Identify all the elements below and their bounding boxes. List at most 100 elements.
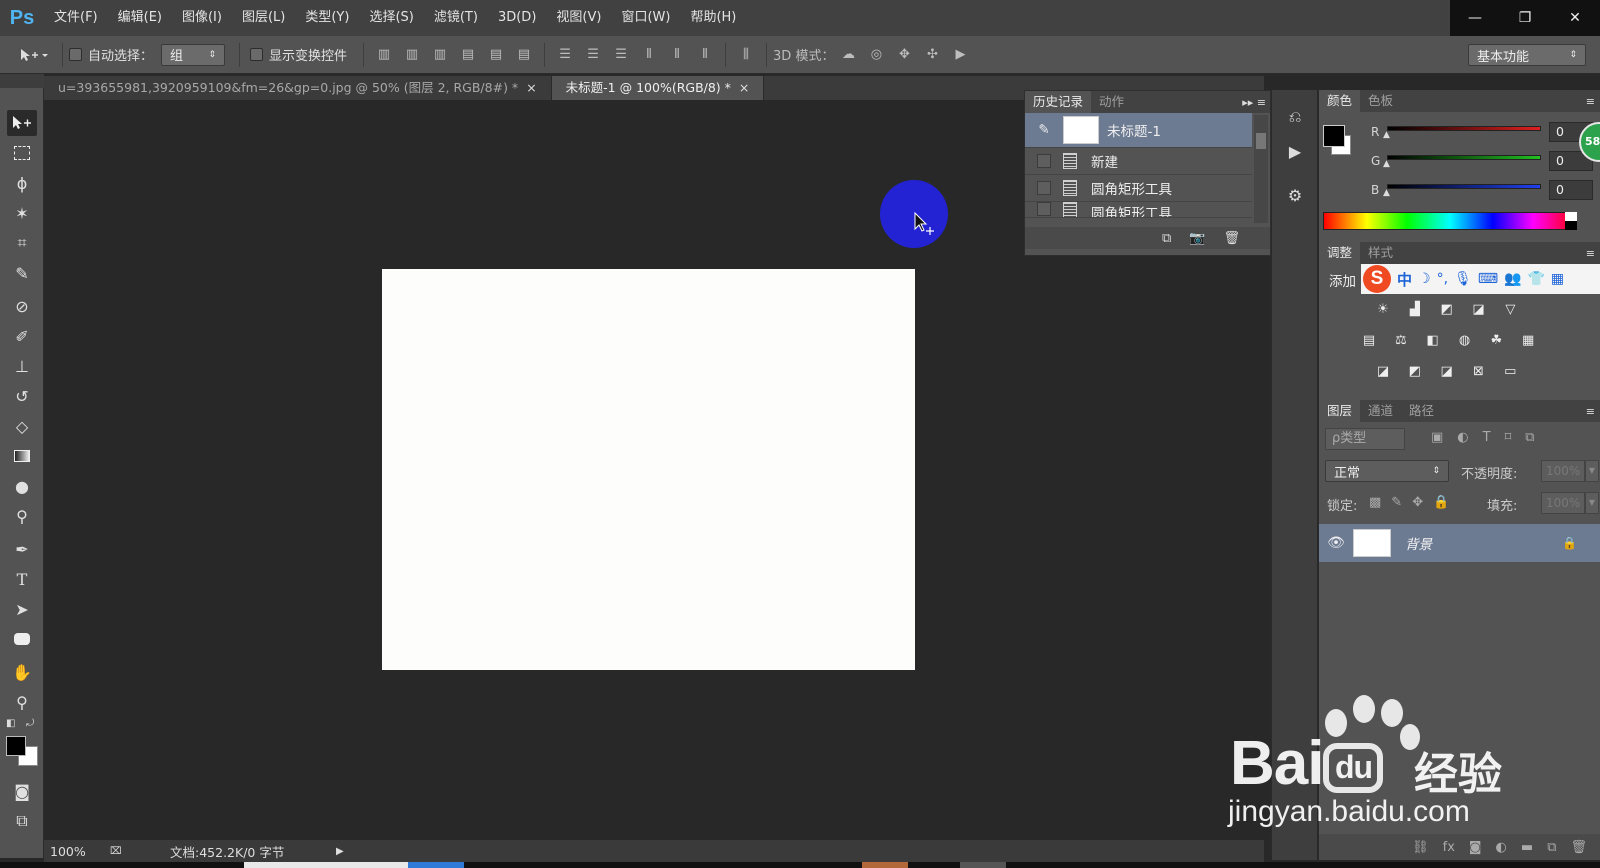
align-hcenter-icon[interactable]: ▤ xyxy=(485,44,507,66)
blur-tool-icon[interactable]: ● xyxy=(7,473,37,499)
history-source-checkbox[interactable] xyxy=(1037,202,1051,216)
ime-keyboard-icon[interactable]: ⌨ xyxy=(1478,271,1498,287)
panel-menu-icon[interactable]: ▸▸ ≡ xyxy=(1242,96,1270,109)
screen-mode-icon[interactable]: ⧉ xyxy=(7,808,37,834)
ime-grid-icon[interactable]: ▦ xyxy=(1551,271,1564,287)
zoom-level[interactable]: 100% xyxy=(50,844,110,859)
auto-select-checkbox[interactable] xyxy=(69,48,82,61)
blend-mode-dropdown[interactable]: 正常 ⇕ xyxy=(1325,460,1449,482)
tab-styles[interactable]: 样式 xyxy=(1360,242,1401,264)
layer-row[interactable]: 👁 背景 🔒 xyxy=(1319,524,1600,562)
layer-name[interactable]: 背景 xyxy=(1405,533,1432,553)
ime-skin-icon[interactable]: 👕 xyxy=(1527,271,1544,287)
posterize-icon[interactable]: ◩ xyxy=(1405,362,1425,380)
history-source-checkbox[interactable] xyxy=(1037,181,1051,195)
properties-panel-icon[interactable]: ⚙ xyxy=(1280,182,1310,208)
b-value-input[interactable]: 0 xyxy=(1549,180,1593,200)
tab-document-jpg[interactable]: u=393655981,3920959109&fm=26&gp=0.jpg @ … xyxy=(44,76,552,100)
3d-roll-icon[interactable]: ◎ xyxy=(865,44,887,66)
new-snapshot-icon[interactable]: 📷 xyxy=(1189,231,1205,246)
tab-color[interactable]: 颜色 xyxy=(1319,90,1361,112)
minimize-button[interactable]: — xyxy=(1450,0,1500,36)
color-lookup-icon[interactable]: ▦ xyxy=(1518,331,1538,349)
marquee-tool-icon[interactable] xyxy=(7,140,37,166)
eyedropper-tool-icon[interactable]: ✎ xyxy=(7,260,37,286)
close-icon[interactable]: × xyxy=(739,80,749,95)
align-vcenter-icon[interactable]: ▥ xyxy=(401,44,423,66)
history-brush-source-icon[interactable]: ✎ xyxy=(1025,122,1063,138)
tab-swatches[interactable]: 色板 xyxy=(1360,90,1401,112)
gradient-map-icon[interactable]: ▭ xyxy=(1500,362,1520,380)
opacity-input[interactable]: 100% xyxy=(1541,460,1585,482)
quick-mask-icon[interactable]: ◙ xyxy=(7,778,37,804)
3d-pan-icon[interactable]: ✥ xyxy=(893,44,915,66)
levels-icon[interactable]: ▟ xyxy=(1405,300,1425,318)
color-spectrum-bar[interactable] xyxy=(1323,212,1577,230)
crop-tool-icon[interactable]: ⌗ xyxy=(7,230,37,256)
brightness-icon[interactable]: ☀ xyxy=(1373,300,1393,318)
tab-actions[interactable]: 动作 xyxy=(1091,91,1132,113)
distribute-right-icon[interactable]: ⫴ xyxy=(694,44,716,66)
type-tool-icon[interactable]: T xyxy=(7,566,37,592)
photo-filter-icon[interactable]: ◍ xyxy=(1454,331,1474,349)
visibility-eye-icon[interactable]: 👁 xyxy=(1319,535,1353,551)
ime-user-icon[interactable]: 👥 xyxy=(1504,271,1521,287)
ime-punct-icon[interactable]: °, xyxy=(1437,271,1448,287)
workspace-dropdown[interactable]: 基本功能 ⇕ xyxy=(1468,44,1586,66)
slider-thumb-icon[interactable]: ▲ xyxy=(1383,188,1390,198)
distribute-left-icon[interactable]: ⫴ xyxy=(638,44,660,66)
slider-thumb-icon[interactable]: ▲ xyxy=(1383,159,1390,169)
new-group-icon[interactable]: ▬ xyxy=(1521,840,1533,855)
auto-select-dropdown[interactable]: 组 ⇕ xyxy=(161,43,226,66)
3d-slide-icon[interactable]: ✣ xyxy=(921,44,943,66)
zoom-tool-icon[interactable]: ⚲ xyxy=(7,689,37,715)
distribute-vcenter-icon[interactable]: ☰ xyxy=(582,44,604,66)
hue-saturation-icon[interactable]: ▤ xyxy=(1359,331,1379,349)
g-slider[interactable] xyxy=(1387,155,1541,160)
new-adjustment-layer-icon[interactable]: ◐ xyxy=(1496,840,1507,855)
foreground-color-swatch[interactable] xyxy=(6,736,26,756)
align-top-icon[interactable]: ▥ xyxy=(373,44,395,66)
history-snapshot[interactable]: ✎ 未标题-1 xyxy=(1025,113,1252,148)
menu-window[interactable]: 窗口(W) xyxy=(611,0,680,36)
b-slider[interactable] xyxy=(1387,184,1541,189)
gradient-tool-icon[interactable] xyxy=(7,443,37,469)
menu-layer[interactable]: 图层(L) xyxy=(232,0,295,36)
r-slider[interactable] xyxy=(1387,126,1541,131)
ime-moon-icon[interactable]: ☽ xyxy=(1418,271,1431,287)
rounded-rectangle-tool-icon[interactable] xyxy=(7,626,37,652)
exposure-icon[interactable]: ◪ xyxy=(1468,300,1488,318)
panel-menu-icon[interactable]: ≡ xyxy=(1586,95,1600,108)
filter-type-icon[interactable]: T xyxy=(1483,430,1491,445)
threshold-icon[interactable]: ◪ xyxy=(1437,362,1457,380)
add-mask-icon[interactable]: ◙ xyxy=(1469,840,1482,855)
filter-adjustment-icon[interactable]: ◐ xyxy=(1457,430,1468,445)
opacity-dropdown-icon[interactable]: ▼ xyxy=(1585,460,1599,482)
dodge-tool-icon[interactable]: ⚲ xyxy=(7,503,37,529)
menu-3d[interactable]: 3D(D) xyxy=(488,0,546,36)
move-tool-icon[interactable] xyxy=(7,110,37,136)
ime-toolbar[interactable]: S 中 ☽ °, 🎙 ⌨ 👥 👕 ▦ xyxy=(1361,264,1600,294)
invert-icon[interactable]: ◪ xyxy=(1373,362,1393,380)
lock-pixels-icon[interactable]: ✎ xyxy=(1391,495,1402,510)
align-right-icon[interactable]: ▤ xyxy=(513,44,535,66)
black-white-icon[interactable]: ◧ xyxy=(1423,331,1443,349)
path-selection-tool-icon[interactable]: ➤ xyxy=(7,596,37,622)
selective-color-icon[interactable]: ⊠ xyxy=(1468,362,1488,380)
trash-icon[interactable]: 🗑 xyxy=(1570,840,1587,855)
new-document-from-state-icon[interactable]: ⧉ xyxy=(1162,231,1171,246)
color-balance-icon[interactable]: ⚖ xyxy=(1391,331,1411,349)
sogou-logo-icon[interactable]: S xyxy=(1363,265,1391,293)
vibrance-icon[interactable]: ▽ xyxy=(1500,300,1520,318)
panel-menu-icon[interactable]: ≡ xyxy=(1586,247,1600,260)
lasso-tool-icon[interactable]: ϕ xyxy=(7,170,37,196)
document-canvas[interactable] xyxy=(382,269,915,670)
pen-tool-icon[interactable]: ✒ xyxy=(7,536,37,562)
menu-file[interactable]: 文件(F) xyxy=(44,0,108,36)
menu-type[interactable]: 类型(Y) xyxy=(295,0,359,36)
auto-align-icon[interactable]: ⫼ xyxy=(735,44,757,66)
filter-shape-icon[interactable]: ⌑ xyxy=(1505,430,1512,445)
history-source-checkbox[interactable] xyxy=(1037,154,1051,168)
hand-tool-icon[interactable]: ✋ xyxy=(7,659,37,685)
history-item[interactable]: 新建 xyxy=(1025,148,1252,175)
